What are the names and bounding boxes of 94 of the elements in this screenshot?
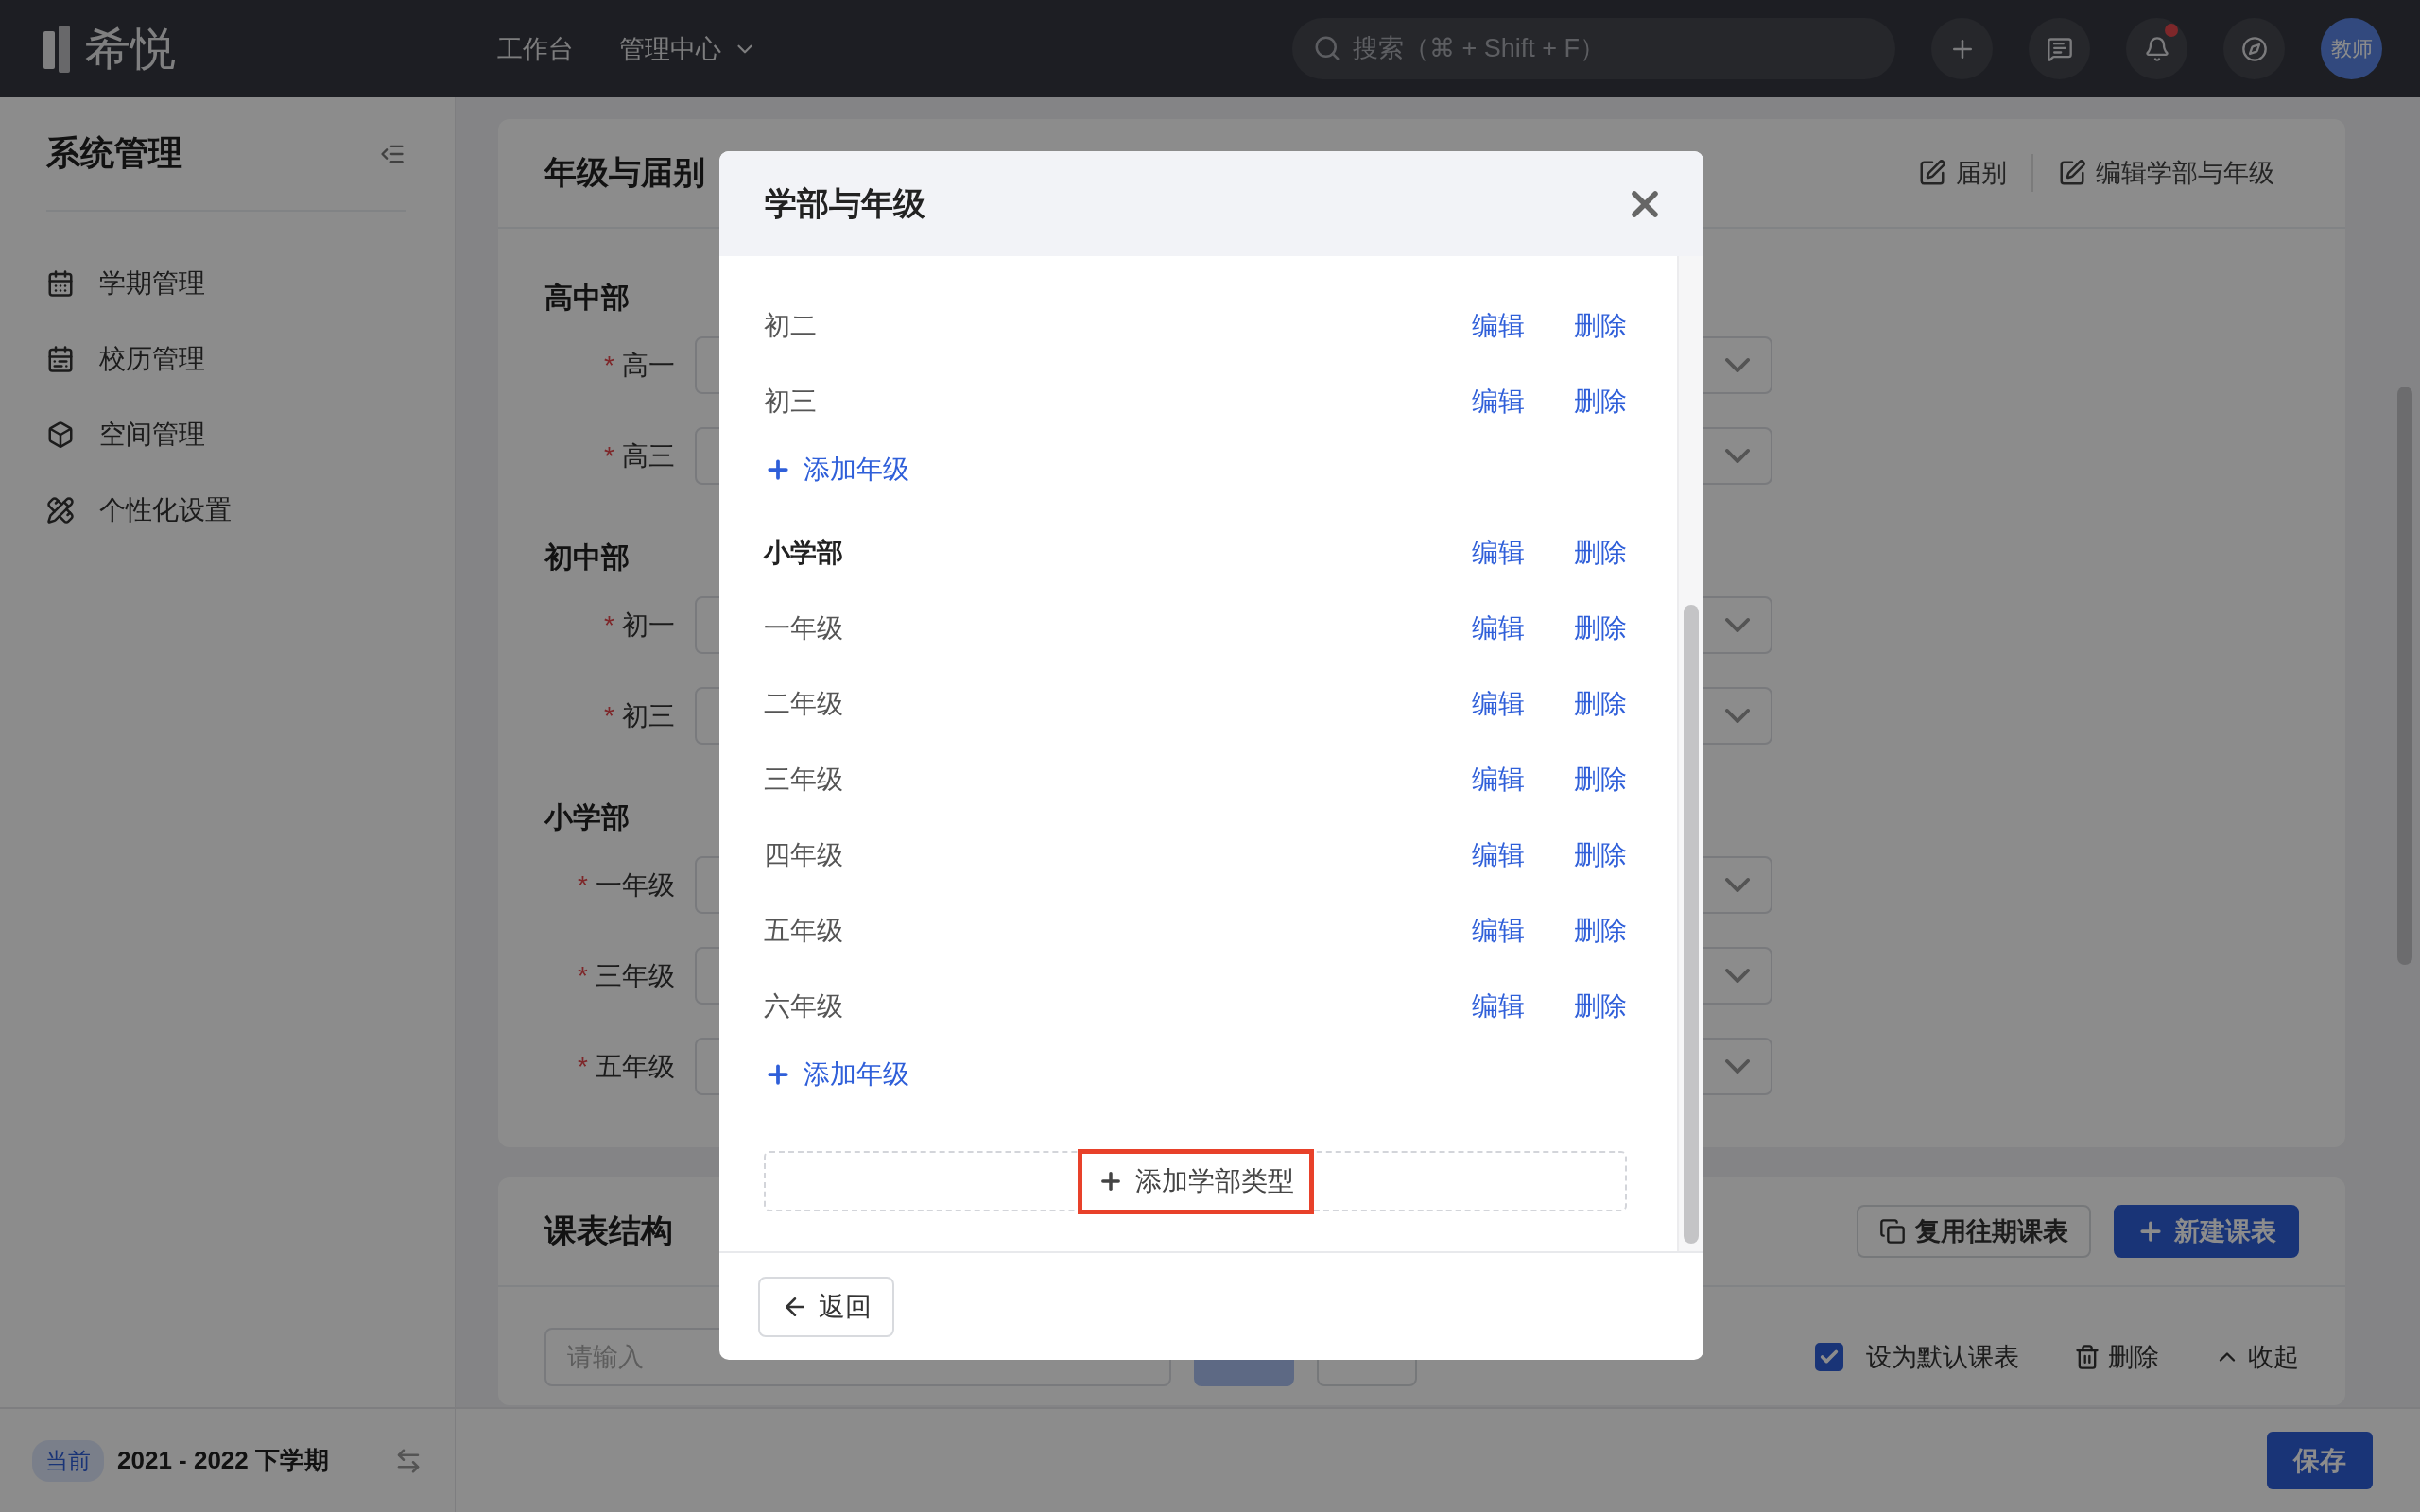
delete-link[interactable]: 删除 (1574, 837, 1627, 873)
section-title: 小学部 (544, 800, 630, 834)
logo-text: 希悦 (85, 22, 176, 76)
scrollbar-thumb[interactable] (1684, 605, 1699, 1244)
back-button[interactable]: 返回 (758, 1276, 894, 1337)
field-label: 高一 (622, 349, 675, 382)
field-label: 高三 (622, 439, 675, 472)
chevron-down-icon (1725, 618, 1750, 632)
chevron-down-icon (1725, 449, 1750, 463)
term-label: 2021 - 2022 下学期 (117, 1445, 330, 1476)
field-label: 三年级 (596, 959, 675, 992)
edit-link[interactable]: 编辑 (1472, 535, 1525, 571)
grade-name: 二年级 (764, 688, 844, 720)
delete-link[interactable]: 删除 (1574, 913, 1627, 949)
edit-link[interactable]: 编辑 (1472, 837, 1525, 873)
checkbox-label: 设为默认课表 (1866, 1342, 2019, 1373)
edit-icon (1918, 159, 1946, 187)
chevron-down-icon (1725, 878, 1750, 892)
sidebar-title: 系统管理 (46, 132, 182, 174)
sidebar-item-label: 学期管理 (99, 267, 205, 300)
current-badge: 当前 (32, 1439, 104, 1482)
save-button[interactable]: 保存 (2267, 1432, 2373, 1489)
department-name: 小学部 (764, 537, 844, 569)
edit-icon (2058, 159, 2086, 187)
required-mark: * (578, 960, 588, 991)
calendar-icon (46, 269, 75, 298)
delete-link[interactable]: 删除 (1574, 610, 1627, 646)
sidebar-item[interactable]: 个性化设置 (0, 472, 455, 548)
card-title: 年级与届别 (544, 153, 706, 192)
edit-link[interactable]: 编辑 (1472, 686, 1525, 722)
chevron-down-icon (1725, 709, 1750, 723)
grade-name: 初三 (764, 386, 818, 418)
compass-icon (2240, 35, 2268, 62)
required-mark: * (578, 1051, 588, 1082)
delete-link[interactable]: 删除 (2074, 1340, 2159, 1374)
sidebar-item-label: 个性化设置 (99, 494, 232, 526)
sidebar-item-label: 空间管理 (99, 419, 205, 451)
bell-icon (2143, 35, 2170, 62)
edit-link[interactable]: 编辑 (1472, 762, 1525, 798)
grade-name: 六年级 (764, 990, 844, 1022)
grade-name: 三年级 (764, 764, 844, 796)
card-title: 课表结构 (544, 1211, 674, 1250)
edit-link[interactable]: 编辑 (1472, 384, 1525, 420)
scrollbar-thumb[interactable] (2397, 387, 2412, 965)
cube-icon (46, 421, 75, 449)
pencil-ruler-icon (46, 496, 75, 524)
edit-link[interactable]: 编辑 (1472, 988, 1525, 1024)
trash-icon (2074, 1344, 2100, 1370)
delete-link[interactable]: 删除 (1574, 988, 1627, 1024)
delete-link[interactable]: 删除 (1574, 762, 1627, 798)
add-grade-link[interactable]: 添加年级 (764, 1044, 1627, 1105)
add-department-button[interactable]: 添加学部类型 (1077, 1148, 1314, 1214)
required-mark: * (604, 350, 614, 381)
required-mark: * (604, 610, 614, 641)
copy-icon (1879, 1218, 1906, 1245)
grade-name: 一年级 (764, 612, 844, 644)
section-title: 高中部 (544, 281, 630, 315)
calendar-icon (46, 345, 75, 373)
required-mark: * (604, 440, 614, 472)
field-label: 初一 (622, 609, 675, 642)
edit-link[interactable]: 编辑 (1472, 610, 1525, 646)
grade-name: 五年级 (764, 915, 844, 947)
edit-link[interactable]: 编辑 (1472, 913, 1525, 949)
edit-link[interactable]: 编辑学部与年级 (2033, 156, 2299, 190)
required-mark: * (604, 700, 614, 731)
sidebar-item[interactable]: 学期管理 (0, 246, 455, 321)
edit-link[interactable]: 届别 (1893, 156, 2031, 190)
add-grade-link[interactable]: 添加年级 (764, 439, 1627, 500)
message-icon (2046, 35, 2073, 62)
delete-link[interactable]: 删除 (1574, 686, 1627, 722)
delete-link[interactable]: 删除 (1574, 384, 1627, 420)
chevron-down-icon (1725, 358, 1750, 372)
field-label: 一年级 (596, 868, 675, 902)
field-label: 五年级 (596, 1050, 675, 1083)
edit-link[interactable]: 编辑 (1472, 308, 1525, 344)
grade-name: 四年级 (764, 839, 844, 871)
field-label: 初三 (622, 699, 675, 732)
delete-link[interactable]: 删除 (1574, 535, 1627, 571)
modal-title: 学部与年级 (765, 183, 925, 223)
delete-link[interactable]: 删除 (1574, 308, 1627, 344)
checkbox[interactable] (1815, 1343, 1843, 1371)
new-schedule-button[interactable]: 新建课表 (2114, 1205, 2299, 1258)
sidebar-item-label: 校历管理 (99, 343, 205, 375)
chevron-down-icon (1725, 969, 1750, 983)
grade-name: 初二 (764, 310, 818, 342)
sidebar-item[interactable]: 校历管理 (0, 321, 455, 397)
sidebar-item[interactable]: 空间管理 (0, 397, 455, 472)
required-mark: * (578, 869, 588, 901)
collapse-link[interactable]: 收起 (2214, 1340, 2299, 1374)
section-title: 初中部 (544, 541, 630, 575)
reuse-schedule-button[interactable]: 复用往期课表 (1857, 1205, 2091, 1258)
nav-link[interactable]: 管理中心 (619, 31, 757, 66)
nav-link[interactable]: 工作台 (497, 31, 574, 66)
chevron-down-icon (1725, 1059, 1750, 1074)
